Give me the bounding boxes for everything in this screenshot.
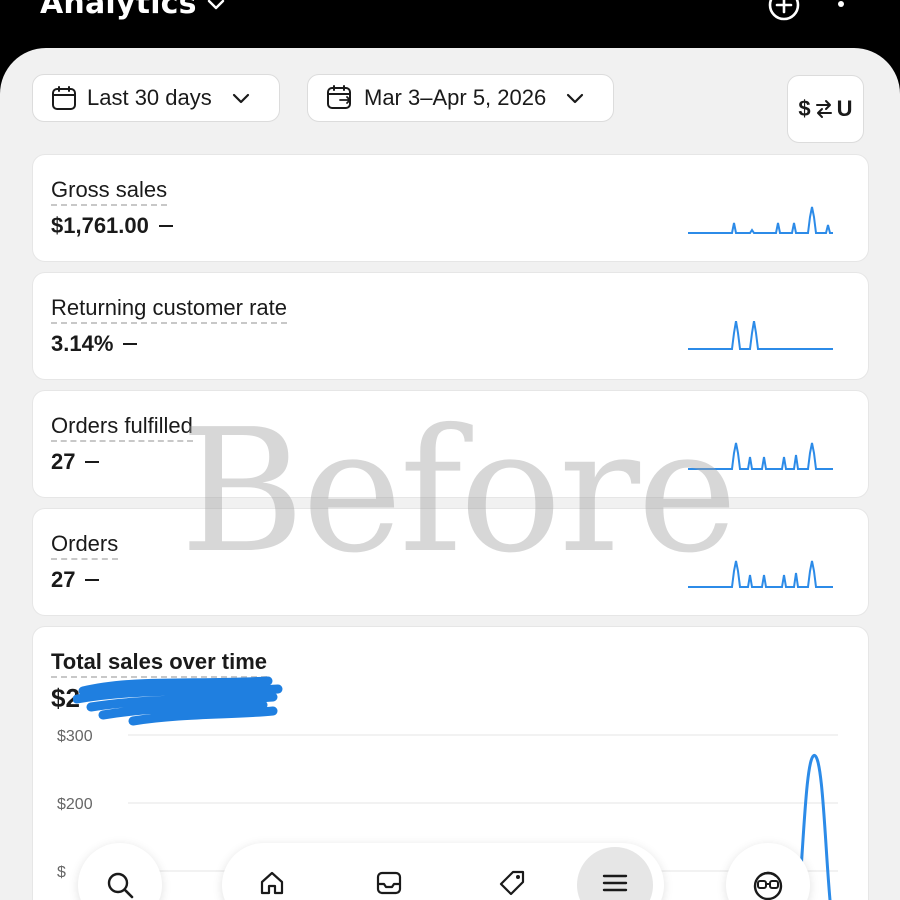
search-icon — [107, 872, 134, 899]
chevron-down-icon — [232, 93, 249, 104]
chevron-down-icon — [567, 93, 584, 104]
chart-y-tick-label: $ — [57, 864, 66, 881]
metric-value-text: 3.14% — [51, 331, 114, 356]
metric-value: 27 — [51, 449, 100, 475]
nav-products[interactable] — [490, 861, 534, 900]
orders-card[interactable]: Orders 27 — [33, 509, 868, 615]
no-change-dash — [85, 461, 100, 463]
more-vertical-icon[interactable] — [826, 0, 856, 22]
metric-title: Returning customer rate — [51, 295, 287, 324]
metric-title: Orders — [51, 531, 119, 560]
metric-value-text: 27 — [51, 567, 76, 592]
currency-code: U — [836, 96, 853, 121]
metric-value: 27 — [51, 567, 100, 593]
chart-y-tick-label: $300 — [57, 728, 93, 745]
sparkline — [688, 442, 833, 470]
orders-fulfilled-card[interactable]: Orders fulfilled 27 — [33, 391, 868, 497]
returning-customer-rate-card[interactable]: Returning customer rate 3.14% — [33, 273, 868, 379]
plus-circle-icon[interactable] — [767, 0, 801, 22]
menu-icon — [602, 874, 628, 892]
currency-toggle-button[interactable]: $ U — [787, 75, 864, 143]
sparkline — [688, 206, 833, 234]
calendar-compare-icon — [327, 85, 351, 109]
metric-value: 3.14% — [51, 331, 138, 357]
analytics-title-menu[interactable]: Analytics — [40, 0, 227, 21]
nav-inbox[interactable] — [367, 861, 411, 900]
metric-value-text: 27 — [51, 449, 76, 474]
date-range-label: Mar 3–Apr 5, 2026 — [364, 85, 547, 110]
period-filter-button[interactable]: Last 30 days — [32, 74, 280, 122]
metric-value-text: $1,761.00 — [51, 213, 149, 238]
chevron-down-icon — [207, 0, 224, 9]
no-change-dash — [123, 343, 138, 345]
page-title: Analytics — [40, 0, 197, 21]
chart-y-tick-label: $200 — [57, 796, 93, 813]
home-icon — [260, 871, 284, 895]
metric-title: Orders fulfilled — [51, 413, 193, 442]
currency-symbol: $ — [798, 96, 811, 121]
nav-home[interactable] — [250, 861, 294, 900]
sparkline — [688, 560, 833, 588]
nav-menu[interactable] — [593, 861, 637, 900]
metric-value: $1,761.00 — [51, 213, 173, 239]
tag-icon — [499, 870, 525, 896]
no-change-dash — [85, 579, 100, 581]
date-range-filter-button[interactable]: Mar 3–Apr 5, 2026 — [307, 74, 614, 122]
no-change-dash — [158, 225, 173, 227]
calendar-icon — [52, 86, 76, 110]
period-filter-label: Last 30 days — [87, 85, 212, 110]
bottom-nav — [222, 843, 664, 900]
sidekick-icon — [753, 871, 783, 900]
inbox-icon — [376, 871, 402, 895]
metric-title: Gross sales — [51, 177, 168, 206]
sparkline — [688, 321, 833, 350]
analytics-sheet: Last 30 days Mar 3–Apr 5, 2026 $ U Gross… — [0, 48, 900, 900]
swap-arrows-icon — [815, 100, 832, 118]
gross-sales-card[interactable]: Gross sales $1,761.00 — [33, 155, 868, 261]
redaction-scribble — [73, 676, 283, 726]
